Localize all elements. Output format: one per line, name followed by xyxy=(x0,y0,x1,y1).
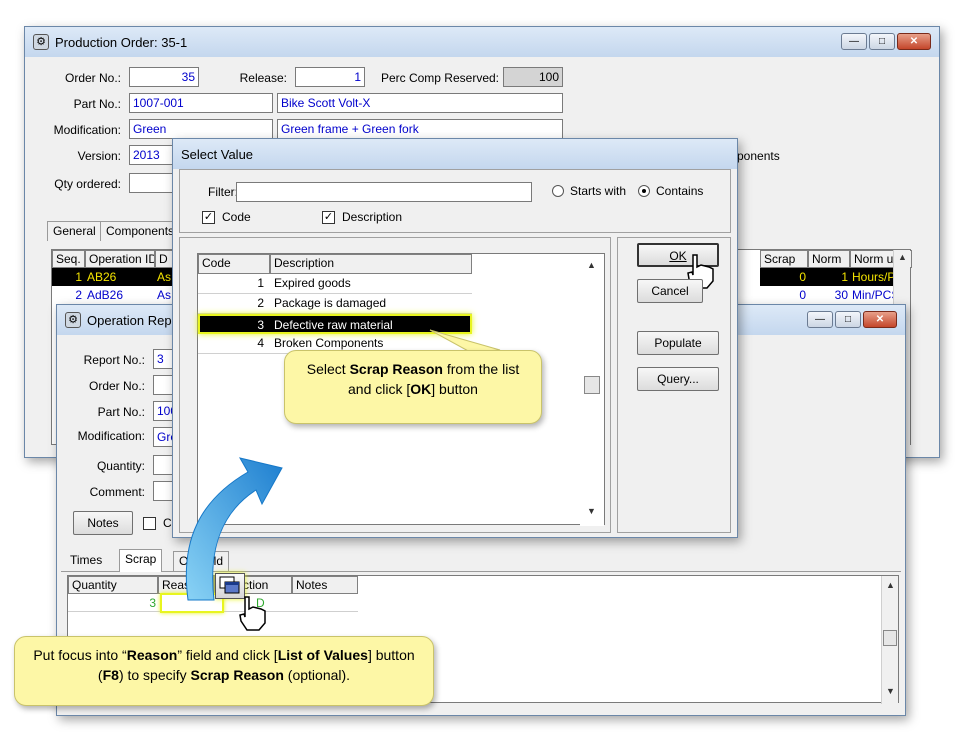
callout-text: Select xyxy=(306,361,350,377)
callout-select-reason: Select Scrap Reason from the list and cl… xyxy=(284,350,542,424)
callout-bold: Scrap Reason xyxy=(349,361,443,377)
callout-bold: Scrap Reason xyxy=(190,667,284,683)
callout-text: ) to specify xyxy=(118,667,191,683)
callout-text: Put focus into “ xyxy=(33,647,127,663)
callout-bold: OK xyxy=(410,381,432,397)
callout-reason-field: Put focus into “Reason” field and click … xyxy=(14,636,434,706)
callout-bold: Reason xyxy=(126,647,178,663)
callout-bold: List of Values xyxy=(277,647,368,663)
callout-text: (optional). xyxy=(283,667,351,683)
callout-text: ” field and click [ xyxy=(177,647,278,663)
callout-text: ] button xyxy=(431,381,478,397)
callout-bold: F8 xyxy=(102,667,119,683)
